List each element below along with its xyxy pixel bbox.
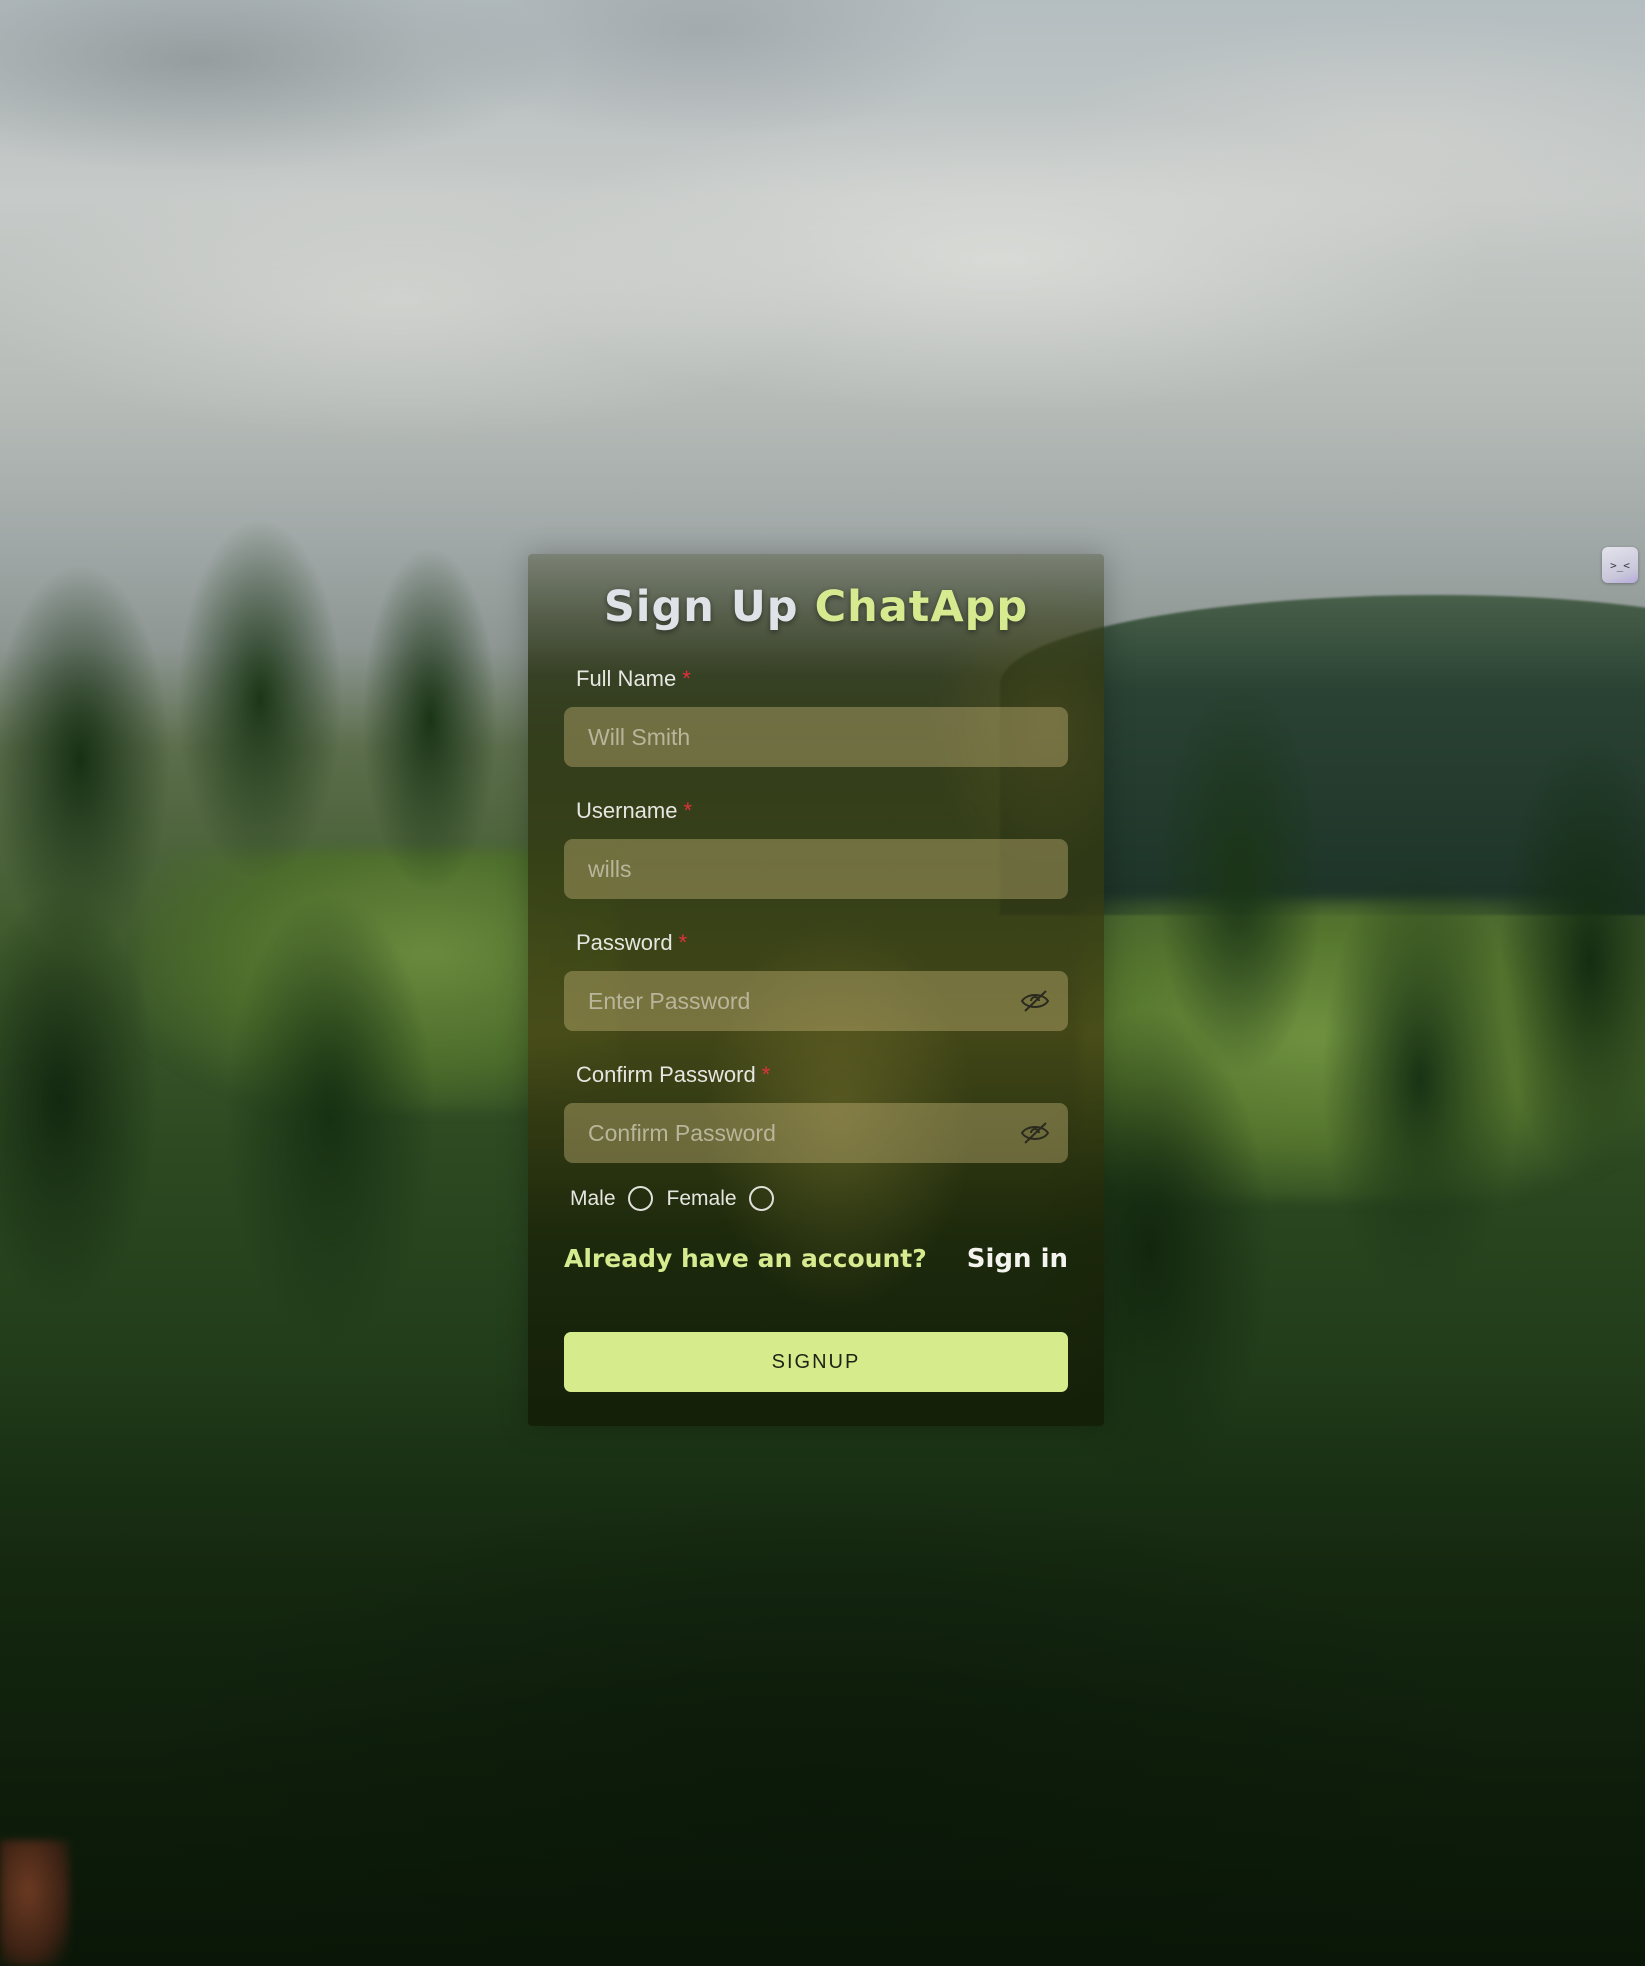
password-input[interactable] xyxy=(564,971,1068,1031)
password-label-text: Password xyxy=(576,930,673,955)
gender-male-radio[interactable] xyxy=(627,1186,653,1211)
confirm-password-label: Confirm Password * xyxy=(576,1062,770,1088)
title-main: Sign Up xyxy=(603,582,799,632)
username-field xyxy=(564,839,1068,899)
background-rock xyxy=(0,1840,70,1966)
background-foreground-blur xyxy=(0,1380,1645,1966)
full-name-label-text: Full Name xyxy=(576,666,677,691)
page-title: Sign Up ChatApp xyxy=(528,582,1104,632)
required-marker: * xyxy=(761,1062,771,1087)
full-name-input[interactable] xyxy=(564,707,1068,767)
full-name-label: Full Name * xyxy=(576,666,691,692)
signup-card: Sign Up ChatApp Full Name* Username* Pas… xyxy=(528,554,1104,1426)
gender-male-label: Male xyxy=(570,1186,616,1210)
confirm-password-input[interactable] xyxy=(564,1103,1068,1163)
terminal-icon-glyph: >_< xyxy=(1610,558,1630,572)
confirm-password-label-text: Confirm Password xyxy=(576,1062,756,1087)
sign-in-link[interactable]: Sign in xyxy=(967,1244,1068,1274)
eye-off-icon[interactable] xyxy=(1020,987,1050,1015)
username-label-text: Username xyxy=(576,798,678,823)
password-label: Password * xyxy=(576,930,687,956)
title-brand: ChatApp xyxy=(814,582,1029,632)
already-have-account-link[interactable]: Already have an account? xyxy=(564,1244,927,1273)
username-label: Username * xyxy=(576,798,692,824)
password-field xyxy=(564,971,1068,1031)
gender-female-label: Female xyxy=(666,1186,737,1210)
gender-group: Male Female xyxy=(570,1186,788,1211)
page: >_< Sign Up ChatApp Full Name* Username*… xyxy=(0,0,1645,1966)
gender-female-radio[interactable] xyxy=(748,1186,774,1211)
required-marker: * xyxy=(678,930,688,955)
eye-off-icon[interactable] xyxy=(1020,1119,1050,1147)
signup-button[interactable]: SIGNUP xyxy=(564,1332,1068,1392)
username-input[interactable] xyxy=(564,839,1068,899)
full-name-field xyxy=(564,707,1068,767)
confirm-password-field xyxy=(564,1103,1068,1163)
terminal-icon[interactable]: >_< xyxy=(1602,547,1638,583)
required-marker: * xyxy=(682,666,691,691)
required-marker: * xyxy=(683,798,693,823)
